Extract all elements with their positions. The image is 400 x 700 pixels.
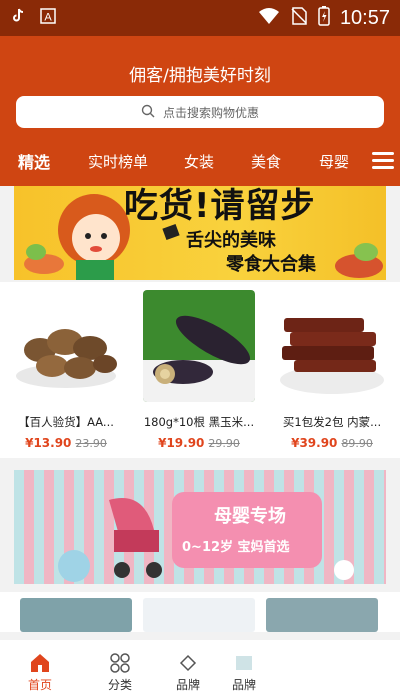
price-current: ¥39.90 bbox=[291, 436, 338, 450]
banner-subtitle-1: 舌尖的美味 bbox=[186, 230, 276, 251]
nav-brand-label: 品牌 bbox=[175, 678, 200, 692]
status-bar: A 10:57 bbox=[0, 0, 400, 36]
snack-banner[interactable]: 吃货!请留步 舌尖的美味 零食大合集 bbox=[14, 186, 386, 280]
black-corn-product-image bbox=[143, 290, 255, 402]
a-icon: A bbox=[40, 8, 56, 28]
svg-text:A: A bbox=[44, 12, 52, 24]
product-image-placeholder bbox=[20, 598, 132, 632]
search-input[interactable]: 点击搜索购物优惠 bbox=[16, 96, 384, 128]
price-current: ¥13.90 bbox=[25, 436, 72, 450]
tiktok-icon bbox=[10, 8, 26, 28]
banner-subtitle-2: 零食大合集 bbox=[226, 254, 316, 275]
brand-icon bbox=[236, 656, 252, 670]
home-icon bbox=[31, 654, 49, 672]
category-tabs: 精选 实时榜单 女装 美食 母婴 bbox=[0, 144, 400, 178]
price-original: 89.90 bbox=[341, 437, 373, 450]
nav-brand[interactable]: 品牌 bbox=[158, 652, 218, 693]
product-list: 【百人验货】AA... ¥13.90 23.90 180g*10根 黑玉米... … bbox=[0, 282, 400, 458]
nav-home-label: 首页 bbox=[27, 678, 52, 692]
menu-icon[interactable] bbox=[372, 152, 394, 170]
product-price: ¥39.90 89.90 bbox=[276, 436, 388, 450]
mother-baby-banner[interactable]: 母婴专场 0~12岁 宝妈首选 bbox=[14, 470, 386, 584]
tab-womens-clothing[interactable]: 女装 bbox=[184, 151, 214, 172]
nav-category[interactable]: 分类 bbox=[90, 652, 150, 693]
nav-brand-2-label: 品牌 bbox=[231, 678, 256, 692]
product-card[interactable]: 【百人验货】AA... ¥13.90 23.90 bbox=[10, 290, 122, 456]
product-name: 180g*10根 黑玉米... bbox=[143, 415, 255, 429]
battery-icon bbox=[318, 6, 330, 30]
search-placeholder: 点击搜索购物优惠 bbox=[162, 105, 259, 120]
tab-mother-baby[interactable]: 母婴 bbox=[319, 151, 349, 172]
nav-category-label: 分类 bbox=[107, 678, 132, 692]
mother-baby-card: 母婴专场 0~12岁 宝妈首选 bbox=[172, 492, 322, 568]
search-icon bbox=[141, 104, 155, 121]
nav-brand-2[interactable]: 品牌 bbox=[214, 652, 274, 693]
product-image-placeholder bbox=[266, 598, 378, 632]
product-row-partial bbox=[0, 592, 400, 632]
product-name: 买1包发2包 内蒙... bbox=[282, 415, 382, 429]
header: 佣客/拥抱美好时刻 点击搜索购物优惠 精选 实时榜单 女装 美食 母婴 bbox=[0, 36, 400, 186]
beef-jerky-product-image bbox=[276, 290, 388, 402]
product-price: ¥19.90 29.90 bbox=[143, 436, 255, 450]
product-card[interactable]: 180g*10根 黑玉米... ¥19.90 29.90 bbox=[143, 290, 255, 456]
mushroom-product-image bbox=[10, 290, 122, 402]
banner-title: 母婴专场 bbox=[214, 506, 286, 527]
product-image-placeholder bbox=[143, 598, 255, 632]
bottom-navigation: 首页 分类 品牌 品牌 bbox=[0, 640, 400, 700]
price-current: ¥19.90 bbox=[158, 436, 205, 450]
page-title: 佣客/拥抱美好时刻 bbox=[129, 66, 271, 86]
banner-title: 吃货!请留步 bbox=[124, 186, 316, 226]
brand-icon bbox=[179, 654, 197, 672]
product-name: 【百人验货】AA... bbox=[18, 415, 114, 429]
status-time: 10:57 bbox=[339, 6, 390, 29]
no-sim-icon bbox=[290, 7, 308, 29]
tab-realtime-ranking[interactable]: 实时榜单 bbox=[88, 151, 148, 172]
tab-food[interactable]: 美食 bbox=[251, 151, 281, 172]
nav-home[interactable]: 首页 bbox=[10, 652, 70, 693]
banner-subtitle: 0~12岁 宝妈首选 bbox=[182, 540, 290, 555]
tab-featured[interactable]: 精选 bbox=[18, 149, 50, 173]
product-price: ¥13.90 23.90 bbox=[10, 436, 122, 450]
category-icon bbox=[110, 653, 130, 673]
wifi-icon bbox=[258, 7, 280, 29]
product-card[interactable]: 买1包发2包 内蒙... ¥39.90 89.90 bbox=[276, 290, 388, 456]
price-original: 23.90 bbox=[75, 437, 107, 450]
price-original: 29.90 bbox=[208, 437, 240, 450]
